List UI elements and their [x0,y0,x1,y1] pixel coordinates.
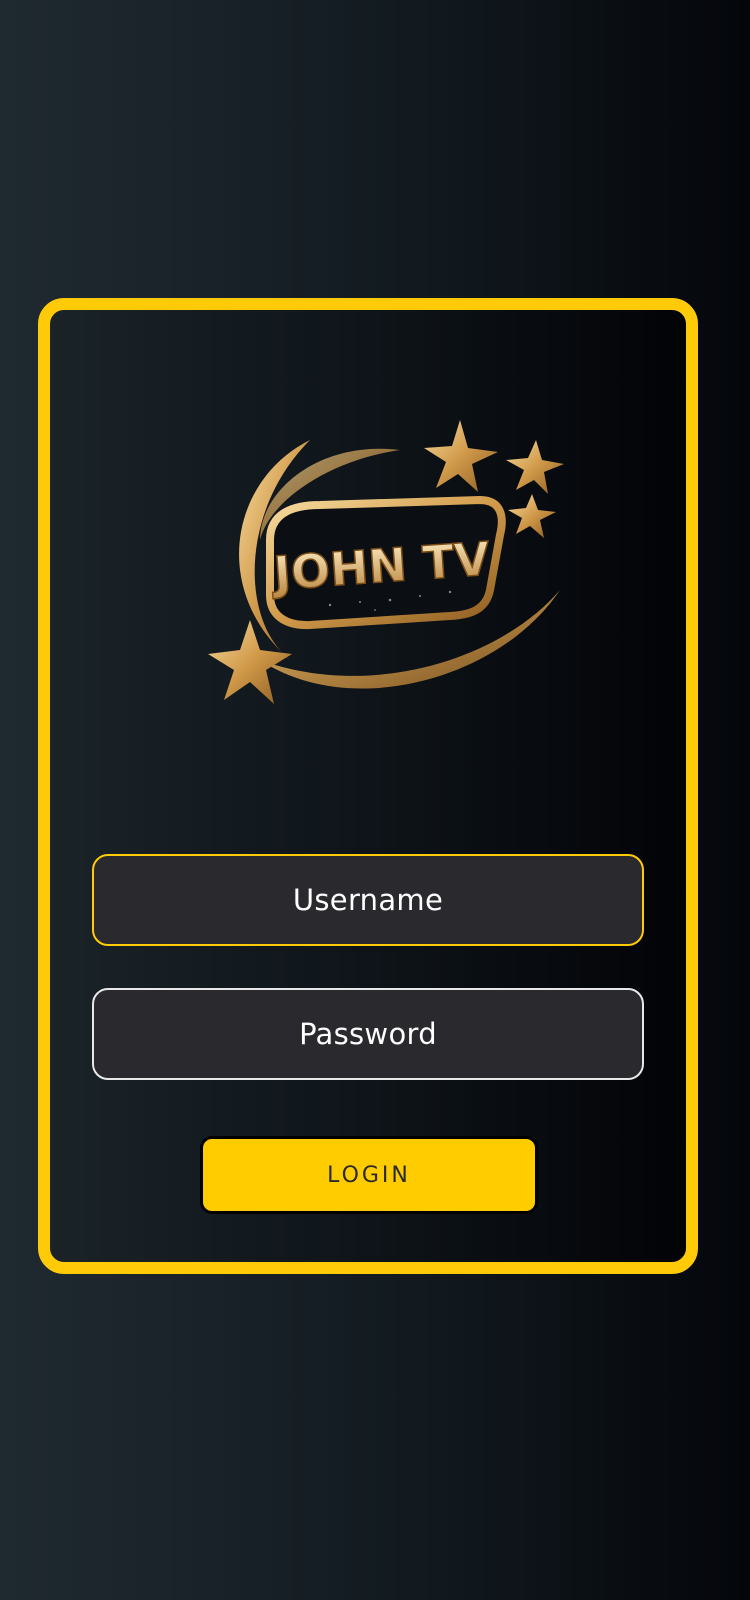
login-button-label: LOGIN [327,1162,411,1188]
password-field[interactable]: Password [92,988,644,1080]
john-tv-logo: JOHN TV [208,420,564,704]
login-button[interactable]: LOGIN [200,1136,538,1214]
username-placeholder: Username [292,883,444,917]
login-card: JOHN TV Username Password LOGIN [38,298,698,1274]
username-field[interactable]: Username [92,854,644,946]
password-placeholder: Password [299,1017,437,1051]
